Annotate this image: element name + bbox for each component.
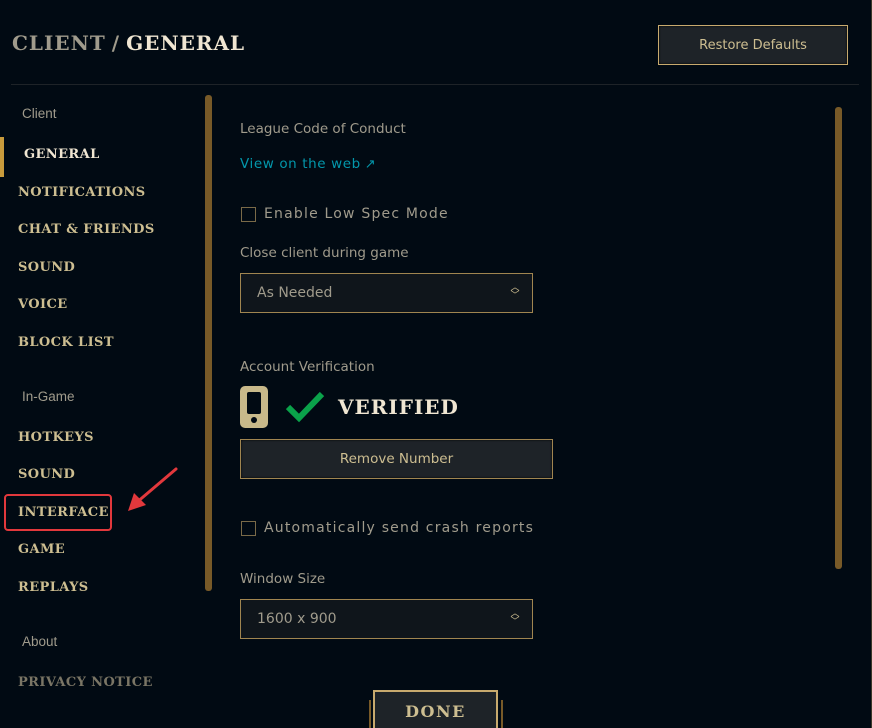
sidebar-item-sound[interactable]: SOUND — [18, 260, 75, 275]
breadcrumb-current: GENERAL — [126, 31, 246, 55]
breadcrumb-parent: CLIENT — [12, 31, 106, 55]
sidebar-item-replays[interactable]: REPLAYS — [18, 580, 89, 595]
sidebar-item-privacy-notice[interactable]: PRIVACY NOTICE — [18, 675, 153, 690]
annotation-highlight-box — [4, 494, 112, 531]
crash-reports-checkbox[interactable]: Automatically send crash reports — [241, 520, 534, 536]
content-scrollbar[interactable] — [835, 107, 842, 569]
crash-reports-checkbox-box[interactable] — [241, 520, 256, 536]
low-spec-label: Enable Low Spec Mode — [264, 206, 449, 222]
verified-check-icon — [285, 391, 325, 423]
close-client-value: As Needed — [257, 285, 333, 301]
phone-icon — [240, 386, 268, 428]
crash-reports-label: Automatically send crash reports — [264, 520, 535, 536]
code-of-conduct-label: League Code of Conduct — [240, 121, 406, 137]
window-size-label: Window Size — [240, 571, 326, 587]
sidebar-item-voice[interactable]: VOICE — [18, 297, 68, 312]
sidebar-section-in-game: In-Game — [22, 389, 75, 404]
select-chevron-icon: ︿ ﹀ — [510, 283, 520, 301]
verification-status: VERIFIED — [240, 386, 459, 428]
sidebar-section-client: Client — [22, 106, 57, 121]
window-size-value: 1600 x 900 — [257, 611, 337, 627]
active-indicator — [0, 137, 4, 177]
view-on-web-link[interactable]: View on the web ↗ — [240, 156, 376, 172]
low-spec-mode-checkbox[interactable]: Enable Low Spec Mode — [241, 206, 449, 222]
sidebar-item-game[interactable]: GAME — [18, 542, 65, 557]
sidebar-item-hotkeys[interactable]: HOTKEYS — [18, 430, 94, 445]
done-button[interactable]: DONE — [373, 690, 498, 728]
close-client-label: Close client during game — [240, 245, 409, 261]
sidebar-item-block-list[interactable]: BLOCK LIST — [18, 335, 114, 350]
sidebar-section-about: About — [22, 634, 58, 649]
sidebar-item-general[interactable]: GENERAL — [24, 147, 100, 162]
sidebar-item-ingame-sound[interactable]: SOUND — [18, 467, 75, 482]
sidebar-item-chat-friends[interactable]: CHAT & FRIENDS — [18, 222, 155, 237]
breadcrumb-separator: / — [111, 31, 121, 55]
verified-status-text: VERIFIED — [338, 395, 459, 419]
remove-number-button[interactable]: Remove Number — [240, 439, 553, 479]
sidebar-scrollbar[interactable] — [205, 95, 212, 591]
annotation-arrow-icon — [128, 467, 178, 511]
header-divider — [11, 84, 859, 85]
window-size-select[interactable]: 1600 x 900 ︿ ﹀ — [240, 599, 533, 639]
account-verification-label: Account Verification — [240, 359, 375, 375]
sidebar-item-notifications[interactable]: NOTIFICATIONS — [18, 185, 146, 200]
external-link-icon: ↗ — [364, 157, 377, 172]
restore-defaults-button[interactable]: Restore Defaults — [658, 25, 848, 65]
select-chevron-icon: ︿ ﹀ — [510, 609, 520, 627]
close-client-select[interactable]: As Needed ︿ ﹀ — [240, 273, 533, 313]
breadcrumb: CLIENT / GENERAL — [12, 31, 245, 55]
low-spec-checkbox-box[interactable] — [241, 206, 256, 222]
view-on-web-text: View on the web — [240, 156, 361, 172]
